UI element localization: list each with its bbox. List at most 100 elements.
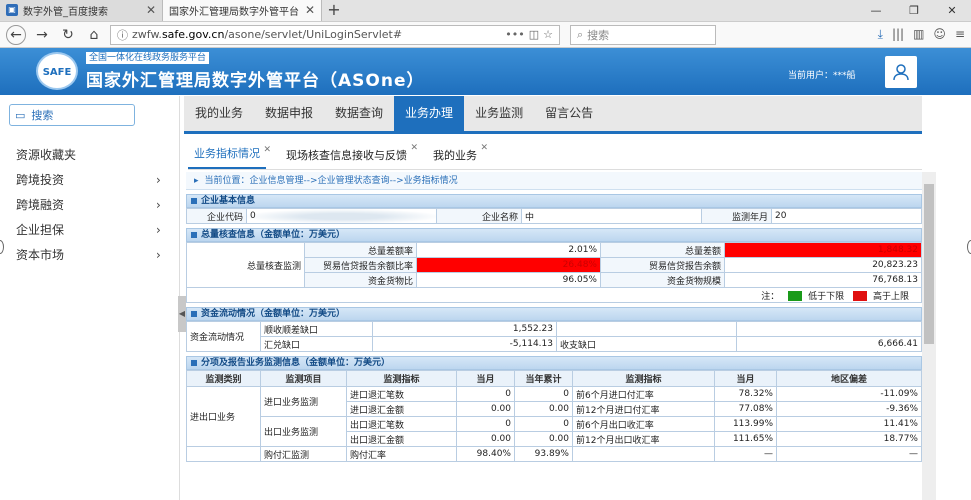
indicator2-cell: 前12个月进口付汇率 bbox=[572, 401, 715, 417]
total-diff-rate-value: 2.01% bbox=[416, 242, 601, 258]
search-icon: ▭ bbox=[15, 108, 26, 122]
new-tab-button[interactable]: + bbox=[322, 0, 346, 21]
trade-credit-balance-label: 贸易信贷报告余额 bbox=[600, 257, 725, 273]
breadcrumb: ▸ 当前位置：企业信息管理-->企业管理状态查询-->业务指标情况 bbox=[186, 172, 922, 190]
indicator2-cell: 前6个月进口付汇率 bbox=[572, 386, 715, 402]
forward-button[interactable]: → bbox=[32, 25, 52, 45]
month-cell: 0 bbox=[456, 386, 515, 402]
menu-icon[interactable]: ≡ bbox=[955, 27, 965, 42]
col-header: 监测项目 bbox=[260, 370, 347, 387]
deviation-cell: -9.36% bbox=[776, 401, 922, 417]
sidebar-toggle-icon[interactable]: ▥ bbox=[913, 27, 924, 42]
browser-search-input[interactable]: ⌕ 搜索 bbox=[570, 24, 716, 45]
browser-tab-baidu[interactable]: ▣ 数字外管_百度搜索 ✕ bbox=[0, 0, 162, 21]
search-placeholder: 搜索 bbox=[587, 28, 610, 42]
sidebar-item-favorites[interactable]: 资源收藏夹 bbox=[0, 142, 179, 167]
indicator-cell: 出口退汇金额 bbox=[346, 431, 457, 447]
main-content: ▸ 当前位置：企业信息管理-->企业管理状态查询-->业务指标情况 企业基本信息 … bbox=[186, 172, 922, 500]
close-tab-icon[interactable]: ✕ bbox=[480, 143, 488, 153]
sidebar-item-guarantee[interactable]: 企业担保 › bbox=[0, 217, 179, 242]
table-row: 企业代码 0 企业名称 中 监测年月 20 bbox=[186, 208, 922, 224]
library-icon[interactable]: ||| bbox=[892, 27, 904, 42]
flow-gap-label: 顺收顺差缺口 bbox=[260, 321, 373, 337]
section-fund-flow: 资金流动情况（金额单位：万美元） bbox=[186, 307, 922, 321]
table-header-row: 监测类别 监测项目 监测指标 当月 当年累计 监测指标 当月 地区偏差 bbox=[186, 370, 922, 387]
month2-cell: 113.99% bbox=[714, 416, 777, 432]
trade-credit-ratio-label: 贸易信贷报告余额比率 bbox=[304, 257, 417, 273]
main-menu: 我的业务 数据申报 数据查询 业务办理 业务监测 留言公告 bbox=[184, 96, 922, 134]
search-icon: ⌕ bbox=[577, 27, 584, 41]
tab-my-business[interactable]: 我的业务 ✕ bbox=[427, 143, 488, 163]
baidu-favicon-icon: ▣ bbox=[6, 4, 18, 16]
table-row: 进出口业务 进口业务监测 进口退汇笔数 0 0 前6个月进口付汇率 78.32%… bbox=[186, 386, 922, 447]
deviation-cell: 18.77% bbox=[776, 431, 922, 447]
indicator2-cell: 前12个月出口收汇率 bbox=[572, 431, 715, 447]
close-tab-icon[interactable]: ✕ bbox=[410, 143, 418, 153]
chevron-right-icon: › bbox=[156, 247, 161, 262]
close-tab-icon[interactable]: ✕ bbox=[305, 3, 315, 17]
year-cell: 0 bbox=[514, 386, 573, 402]
sidebar-collapse-handle[interactable]: ◀ bbox=[178, 296, 186, 332]
col-header: 当月 bbox=[456, 370, 515, 387]
sidebar-item-label: 跨境融资 bbox=[16, 198, 65, 212]
tab-business-indicators[interactable]: 业务指标情况 ✕ bbox=[188, 141, 271, 169]
menu-my-business[interactable]: 我的业务 bbox=[184, 96, 254, 131]
browser-tab-safe[interactable]: 国家外汇管理局数字外管平台 ✕ bbox=[162, 0, 322, 21]
chevron-right-icon: › bbox=[156, 197, 161, 212]
legend-red-swatch bbox=[852, 291, 867, 301]
table-row: 购付汇监测 购付汇率 98.40% 93.89% — — bbox=[186, 446, 922, 462]
sidebar-item-cross-border-investment[interactable]: 跨境投资 › bbox=[0, 167, 179, 192]
close-tab-icon[interactable]: ✕ bbox=[263, 137, 271, 163]
item-cell: 进口业务监测 bbox=[260, 386, 347, 417]
balance-gap-value: 6,666.41 bbox=[736, 336, 922, 352]
sidebar: ▭ 搜索 资源收藏夹 跨境投资 › 跨境融资 › 企业担保 › 资本市场 › bbox=[0, 96, 180, 500]
menu-data-report[interactable]: 数据申报 bbox=[254, 96, 324, 131]
user-avatar-icon[interactable] bbox=[885, 56, 917, 88]
indicator-cell: 进口退汇笔数 bbox=[346, 386, 457, 402]
site-info-icon[interactable]: ⓘ bbox=[117, 27, 128, 43]
close-tab-icon[interactable]: ✕ bbox=[146, 3, 156, 17]
col-header: 地区偏差 bbox=[776, 370, 922, 387]
company-code-value: 0 bbox=[246, 208, 437, 224]
menu-business-handling[interactable]: 业务办理 bbox=[394, 96, 465, 131]
browser-toolbar: ⤓ ||| ▥ ☺ ≡ bbox=[878, 27, 965, 42]
page-actions-icon[interactable]: ••• bbox=[505, 28, 524, 41]
indicator-cell: 购付汇率 bbox=[346, 446, 457, 462]
menu-business-monitoring[interactable]: 业务监测 bbox=[464, 96, 534, 131]
total-check-table: 总量核查监测 总量差额率 2.01% 总量差额 1,848.32 贸易信贷报告余… bbox=[186, 242, 922, 303]
chevron-right-icon: › bbox=[156, 172, 161, 187]
account-icon[interactable]: ☺ bbox=[933, 27, 946, 42]
category-cell bbox=[186, 446, 261, 462]
address-bar[interactable]: ⓘ zwfw.safe.gov.cn/asone/servlet/UniLogi… bbox=[110, 24, 560, 45]
flow-group-label: 资金流动情况 bbox=[186, 321, 261, 352]
balance-gap-label: 收支缺口 bbox=[556, 336, 737, 352]
month2-cell: 77.08% bbox=[714, 401, 777, 417]
sidebar-item-label: 跨境投资 bbox=[16, 173, 65, 187]
download-icon[interactable]: ⤓ bbox=[878, 27, 883, 42]
restore-icon[interactable]: ❐ bbox=[895, 4, 933, 17]
home-button[interactable]: ⌂ bbox=[84, 25, 104, 45]
month2-cell: 111.65% bbox=[714, 431, 777, 447]
pocket-icon[interactable]: ◫ bbox=[529, 28, 539, 41]
sidebar-item-cross-border-financing[interactable]: 跨境融资 › bbox=[0, 192, 179, 217]
back-button[interactable]: ← bbox=[6, 24, 26, 45]
table-row: 资金流动情况 顺收顺差缺口 1,552.23 bbox=[186, 321, 922, 352]
month-cell: 0 bbox=[456, 416, 515, 432]
indicator-cell: 出口退汇笔数 bbox=[346, 416, 457, 432]
header-slogan: 全国一体化在线政务服务平台 bbox=[86, 52, 210, 64]
menu-data-query[interactable]: 数据查询 bbox=[324, 96, 394, 131]
minimize-icon[interactable]: — bbox=[857, 4, 895, 17]
bookmark-star-icon[interactable]: ☆ bbox=[543, 28, 553, 41]
close-window-icon[interactable]: ✕ bbox=[933, 4, 971, 17]
reload-button[interactable]: ↻ bbox=[58, 25, 78, 45]
sidebar-item-capital-market[interactable]: 资本市场 › bbox=[0, 242, 179, 267]
scrollbar-thumb[interactable] bbox=[924, 184, 934, 344]
content-scrollbar[interactable] bbox=[922, 172, 936, 500]
tab-onsite-check[interactable]: 现场核查信息接收与反馈 ✕ bbox=[280, 143, 418, 163]
sidebar-search-button[interactable]: ▭ 搜索 bbox=[9, 104, 135, 126]
menu-notices[interactable]: 留言公告 bbox=[534, 96, 604, 131]
tab-title: 数字外管_百度搜索 bbox=[23, 6, 108, 18]
table-row: 总量核查监测 总量差额率 2.01% 总量差额 1,848.32 bbox=[186, 242, 922, 288]
site-header: SAFE 全国一体化在线政务服务平台 国家外汇管理局数字外管平台（ASOne） … bbox=[0, 48, 971, 95]
current-user: 当前用户：***船 bbox=[788, 71, 856, 81]
